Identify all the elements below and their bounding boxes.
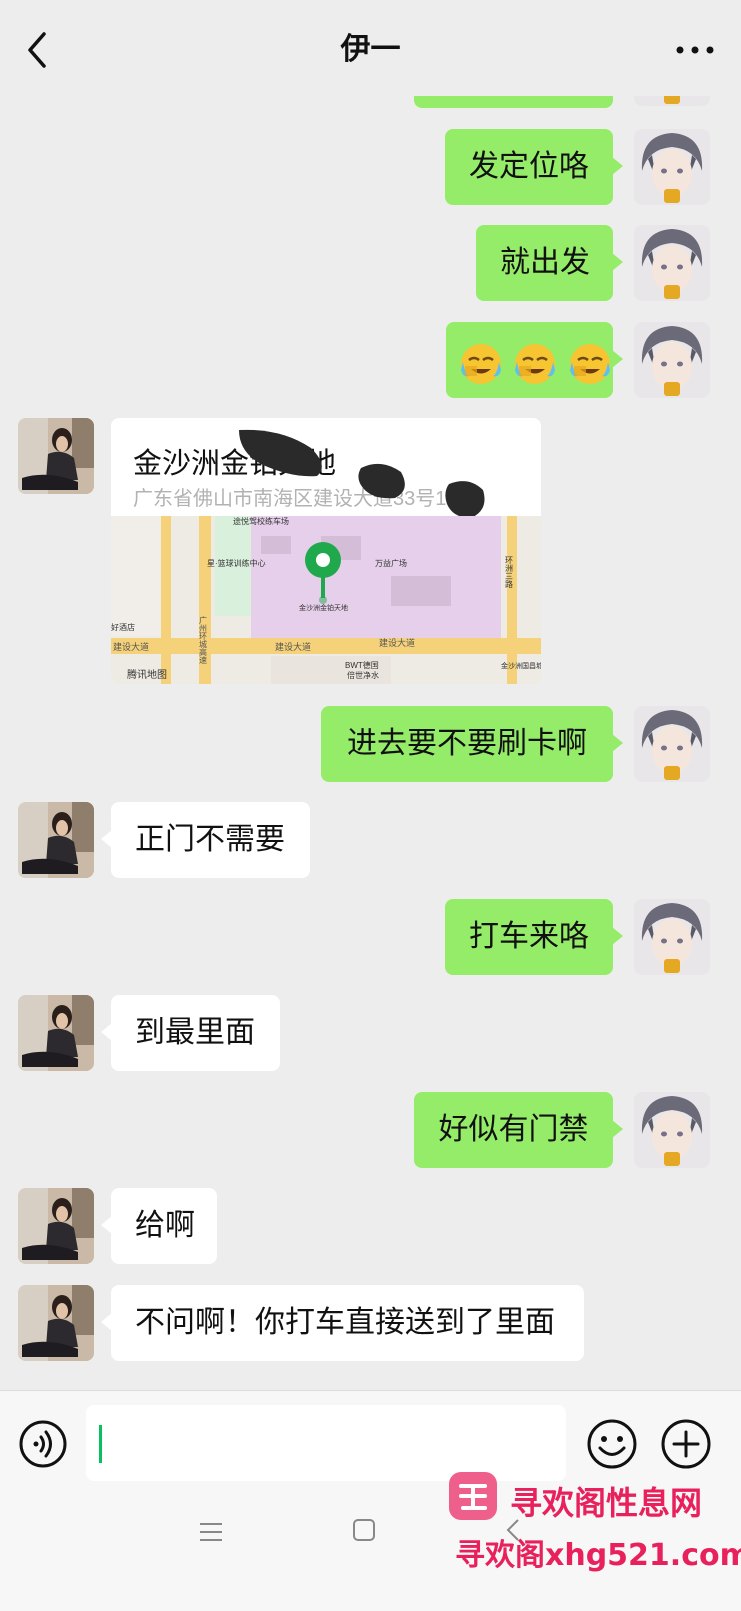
contact-avatar[interactable] [18,1188,94,1264]
my-avatar[interactable] [634,225,710,301]
map-label-road-3: 建设大道 [379,637,415,648]
message-bubble-partial [414,96,613,108]
text-caret [99,1425,102,1463]
message-bubble-incoming[interactable]: 正门不需要 [101,802,310,878]
map-label-bwt-sub: 倍世净水 [347,670,379,680]
message-bubble-emoji[interactable] [446,322,623,398]
map-label-ring-road: 环洲三路 [505,556,514,588]
my-avatar[interactable] [634,129,710,205]
message-bubble-outgoing[interactable]: 好似有门禁 [414,1092,623,1168]
map-label-hotel: 好酒店 [111,622,135,632]
message-bubble-outgoing[interactable]: 就出发 [476,225,623,301]
plus-icon[interactable] [659,1417,713,1471]
my-avatar[interactable] [634,706,710,782]
face-with-tears-emoji [513,339,557,385]
map-label-pin: 金沙洲金铂天地 [299,603,348,612]
map-label-bwt: BWT德国 [345,660,379,670]
watermark-logo [447,1470,499,1522]
map-label-road-1: 建设大道 [113,641,149,652]
more-dots-icon[interactable] [675,40,715,60]
map-label-road-2: 建设大道 [275,641,311,652]
message-bubble-outgoing[interactable]: 进去要不要刷卡啊 [321,706,623,782]
chat-area[interactable]: 发定位咯 就出发 金沙洲金铂天地 广东省佛山市南海区建设大道33号1栋 途悦驾校… [0,96,741,1428]
face-with-tears-emoji [568,339,612,385]
my-avatar[interactable] [634,1092,710,1168]
message-bubble-incoming[interactable]: 给啊 [101,1188,217,1264]
watermark-url: 寻欢阁xhg521.com [455,1538,741,1573]
map-label-highway: 广州环城高速 [199,615,208,665]
message-bubble-outgoing[interactable]: 发定位咯 [445,129,623,205]
face-with-tears-emoji [459,339,503,385]
menu-icon[interactable] [196,1520,226,1544]
map-label-sports: 星·篮球训练中心 [207,558,266,568]
map-label-metro-plaza: 金沙洲国昌城市广场 [501,661,541,670]
message-bubble-incoming[interactable]: 不问啊！你打车直接送到了里面 [101,1285,584,1361]
contact-avatar[interactable] [18,418,94,494]
smiley-icon[interactable] [585,1417,639,1471]
map-label-plaza: 万益广场 [375,558,407,568]
map-credit: 腾讯地图 [127,668,167,681]
home-square-icon[interactable] [350,1516,378,1544]
my-avatar[interactable] [634,899,710,975]
location-card[interactable]: 金沙洲金铂天地 广东省佛山市南海区建设大道33号1栋 途悦驾校练车场 星·篮球训… [111,418,541,684]
watermark-brand: 寻欢阁性息网 [510,1484,703,1522]
voice-icon[interactable] [18,1419,68,1469]
contact-avatar[interactable] [18,1285,94,1361]
chat-header: 伊一 [0,0,741,96]
chat-title: 伊一 [340,33,401,66]
map-label-training: 途悦驾校练车场 [233,516,289,526]
message-bubble-outgoing[interactable]: 打车来咯 [445,899,623,975]
location-map[interactable]: 途悦驾校练车场 星·篮球训练中心 万益广场 好酒店 建设大道 建设大道 建设大道… [111,516,541,684]
message-bubble-incoming[interactable]: 到最里面 [101,995,280,1071]
contact-avatar[interactable] [18,802,94,878]
contact-avatar[interactable] [18,995,94,1071]
my-avatar[interactable] [634,322,710,398]
my-avatar[interactable] [634,96,710,106]
